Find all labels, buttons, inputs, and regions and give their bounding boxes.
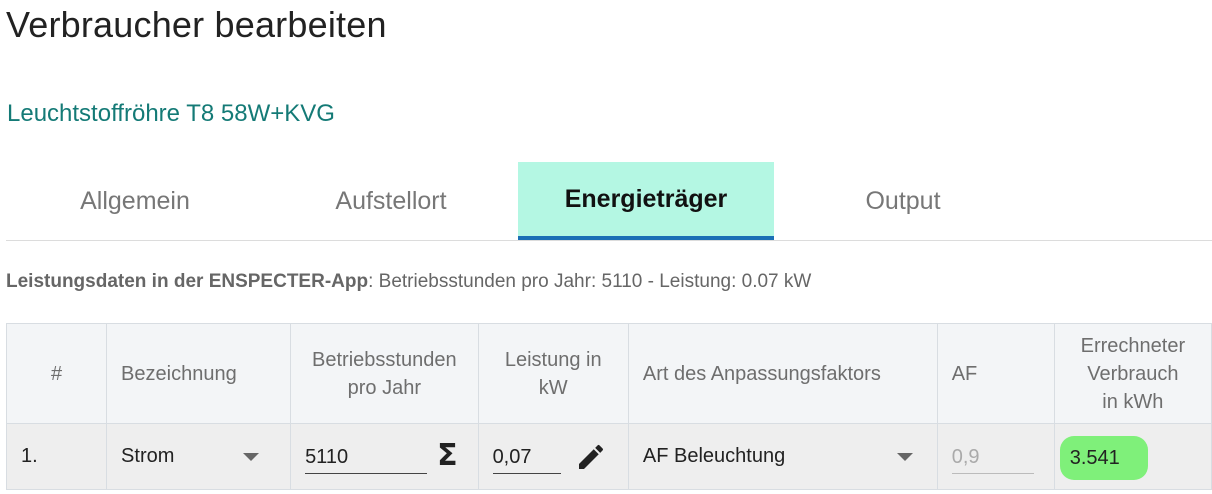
betriebsstunden-cell: 5110 Σ <box>290 423 479 490</box>
info-label: Leistungsdaten in der ENSPECTER-App <box>6 271 369 292</box>
header-verbrauch: Errechneter Verbrauch in kWh <box>1053 323 1212 424</box>
af-cell: 0,9 <box>936 423 1055 490</box>
pencil-icon[interactable] <box>575 441 607 479</box>
caret-down-icon <box>896 453 913 461</box>
sigma-icon[interactable]: Σ <box>437 438 458 473</box>
header-num: # <box>5 323 108 424</box>
consumer-name: Leuchtstoffröhre T8 58W+KVG <box>7 100 335 127</box>
table-row: 1. Strom 5110 Σ 0,07 AF Beleuchtung 0,9 <box>5 423 1212 490</box>
art-select[interactable]: AF Beleuchtung <box>627 423 938 490</box>
info-text: : Betriebsstunden pro Jahr: 5110 - Leist… <box>368 271 812 292</box>
power-data-info: Leistungsdaten in der ENSPECTER-App: Bet… <box>6 271 811 293</box>
header-verbrauch-line3: in kWh <box>1102 390 1164 413</box>
af-input: 0,9 <box>951 446 1034 474</box>
header-af: AF <box>936 323 1055 424</box>
energy-carrier-table: # Bezeichnung Betriebsstunden pro Jahr L… <box>5 323 1212 490</box>
table-header-row: # Bezeichnung Betriebsstunden pro Jahr L… <box>5 323 1212 424</box>
tab-energietraeger[interactable]: Energieträger <box>518 162 774 240</box>
header-bezeichnung: Bezeichnung <box>106 323 292 424</box>
header-leistung-line2: kW <box>538 376 568 399</box>
tab-bar: Allgemein Aufstellort Energieträger Outp… <box>6 162 1212 241</box>
leistung-cell: 0,07 <box>477 423 629 490</box>
tab-output[interactable]: Output <box>774 162 1032 240</box>
header-verbrauch-line1: Errechneter <box>1080 334 1186 357</box>
header-art: Art des Anpassungsfaktors <box>627 323 938 424</box>
header-verbrauch-line2: Verbrauch <box>1087 362 1179 385</box>
header-leistung-line1: Leistung in <box>504 348 602 371</box>
caret-down-icon <box>243 453 260 461</box>
header-betriebsstunden-line2: pro Jahr <box>347 376 421 399</box>
header-betriebsstunden: Betriebsstunden pro Jahr <box>290 323 479 424</box>
tab-aufstellort[interactable]: Aufstellort <box>264 162 518 240</box>
row-num: 1. <box>5 423 108 490</box>
art-value: AF Beleuchtung <box>642 445 786 467</box>
page-title: Verbraucher bearbeiten <box>6 4 387 45</box>
bezeichnung-select[interactable]: Strom <box>106 423 292 490</box>
verbrauch-cell: 3.541 <box>1053 423 1212 490</box>
tab-allgemein[interactable]: Allgemein <box>6 162 264 240</box>
betriebsstunden-input[interactable]: 5110 <box>305 446 428 474</box>
verbrauch-badge: 3.541 <box>1059 436 1148 480</box>
leistung-input[interactable]: 0,07 <box>492 446 561 474</box>
bezeichnung-value: Strom <box>121 445 175 467</box>
header-leistung: Leistung in kW <box>477 323 629 424</box>
header-betriebsstunden-line1: Betriebsstunden <box>312 348 457 371</box>
